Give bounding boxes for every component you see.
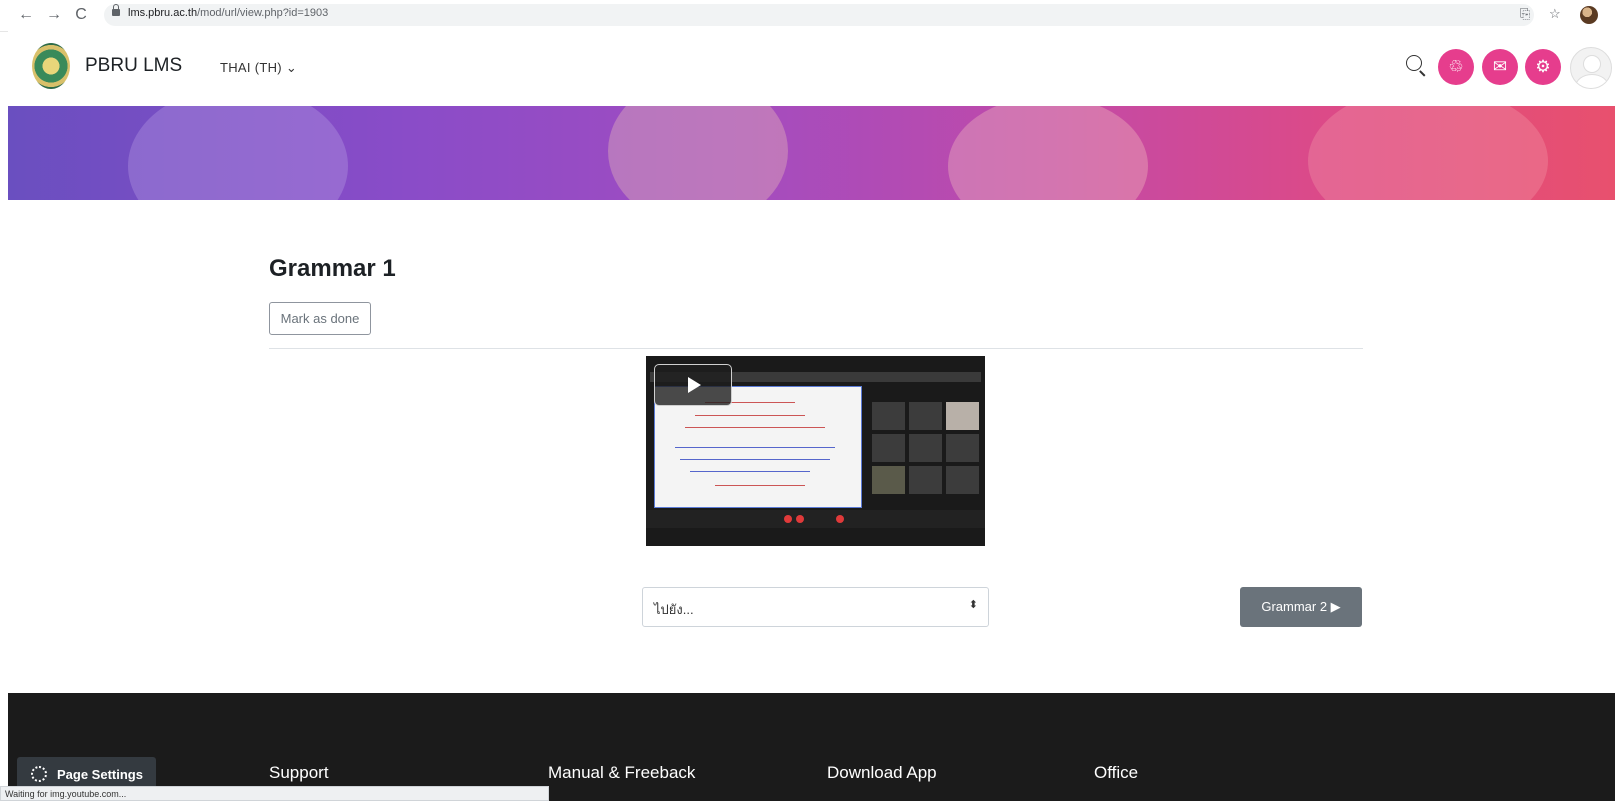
video-controls-bar: [646, 510, 985, 528]
pbru-logo[interactable]: [32, 43, 70, 89]
site-footer: Support Manual & Freeback Download App O…: [8, 693, 1615, 801]
play-icon[interactable]: [654, 364, 732, 406]
video-participant-tile: [909, 466, 942, 494]
browser-toolbar: ← → C lms.pbru.ac.th/mod/url/view.php?id…: [0, 0, 1615, 32]
page-title: Grammar 1: [269, 255, 396, 282]
divider: [269, 348, 1363, 349]
page-settings-label: Page Settings: [57, 767, 143, 782]
reload-icon[interactable]: C: [71, 5, 91, 25]
video-participant-tile: [872, 434, 905, 462]
video-participant-tile: [946, 466, 979, 494]
forward-icon[interactable]: →: [44, 5, 64, 25]
footer-heading-support: Support: [269, 763, 329, 782]
back-icon[interactable]: ←: [16, 5, 36, 25]
jump-to-select[interactable]: ไปยัง... ⬍: [642, 587, 989, 627]
notification-icon[interactable]: ♲: [1438, 49, 1474, 85]
bookmark-star-icon[interactable]: ☆: [1549, 6, 1561, 22]
footer-heading-manual: Manual & Freeback: [548, 763, 696, 782]
browser-status-bar: Waiting for img.youtube.com...: [0, 786, 549, 801]
next-activity-button[interactable]: Grammar 2 ▶: [1240, 587, 1362, 627]
header-banner: [8, 106, 1615, 200]
url-text: lms.pbru.ac.th/mod/url/view.php?id=1903: [128, 7, 329, 19]
video-participant-tile: [872, 466, 905, 494]
footer-heading-office: Office: [1094, 763, 1139, 782]
video-control-dot: [796, 515, 804, 523]
messages-icon[interactable]: ✉: [1482, 49, 1518, 85]
video-participant-tile: [946, 434, 979, 462]
user-avatar[interactable]: [1570, 47, 1612, 89]
browser-profile-avatar[interactable]: [1580, 6, 1598, 24]
video-participant-tile: [909, 434, 942, 462]
footer-heading-download-app: Download App: [827, 763, 937, 782]
video-control-dot: [784, 515, 792, 523]
video-control-dot: [836, 515, 844, 523]
video-embed[interactable]: [646, 356, 985, 546]
gear-icon: [31, 766, 47, 782]
address-bar[interactable]: lms.pbru.ac.th/mod/url/view.php?id=1903: [104, 4, 1534, 26]
jump-to-value: ไปยัง...: [654, 602, 694, 617]
settings-icon[interactable]: ⚙: [1525, 49, 1561, 85]
mark-as-done-button[interactable]: Mark as done: [269, 302, 371, 335]
translate-icon[interactable]: ⎘: [1520, 6, 1530, 22]
select-arrows-icon: ⬍: [968, 599, 978, 611]
language-menu[interactable]: THAI (TH) ⌄: [220, 60, 297, 76]
site-navbar: PBRU LMS THAI (TH) ⌄ ♲ ✉ ⚙: [8, 31, 1615, 106]
lock-icon: [112, 4, 120, 16]
video-participant-tile: [946, 402, 979, 430]
search-icon[interactable]: [1406, 55, 1422, 71]
video-participant-tile: [872, 402, 905, 430]
video-participant-tile: [909, 402, 942, 430]
site-brand[interactable]: PBRU LMS: [85, 55, 182, 77]
